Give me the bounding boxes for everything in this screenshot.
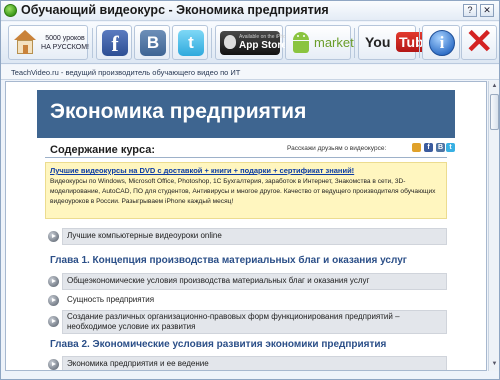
twitter-button[interactable]: t <box>172 25 208 60</box>
vkontakte-button[interactable]: B <box>134 25 170 60</box>
android-market-button[interactable]: market <box>285 25 354 60</box>
play-triangle <box>52 362 56 366</box>
home-button[interactable]: 5000 уроков НА РУССКОМ! <box>8 25 89 60</box>
lesson-title: Общеэкономические условия производства м… <box>67 276 370 285</box>
home-icon-door <box>23 45 28 54</box>
close-window-button[interactable]: ✕ <box>480 4 494 17</box>
android-icon-body <box>293 41 309 53</box>
android-icon-eye <box>297 35 299 37</box>
play-icon <box>48 359 59 370</box>
lesson-title: Лучшие компьютерные видеоуроки online <box>67 231 222 240</box>
apple-icon <box>224 35 236 49</box>
youtube-button[interactable]: You Tube <box>358 25 435 60</box>
play-icon <box>48 295 59 306</box>
facebook-share-icon[interactable]: f <box>424 143 433 152</box>
lesson-item[interactable]: Сущность предприятия <box>45 292 447 309</box>
lesson-item[interactable]: Лучшие компьютерные видеоуроки online <box>45 228 447 245</box>
play-icon <box>48 276 59 287</box>
appstore-badge: Available on the iPhone App Store <box>220 31 291 55</box>
market-label: market <box>314 35 354 50</box>
play-triangle <box>52 234 56 238</box>
promo-box: Лучшие видеокурсы на DVD с доставкой + к… <box>45 162 447 219</box>
play-icon <box>48 231 59 242</box>
lesson-item[interactable]: Общеэкономические условия производства м… <box>45 273 447 290</box>
facebook-button[interactable]: f <box>96 25 132 60</box>
status-line: TeachVideo.ru - ведущий производитель об… <box>1 65 499 80</box>
play-triangle <box>52 279 56 283</box>
youtube-label-you: You <box>365 34 391 50</box>
scroll-down-icon[interactable]: ▼ <box>490 360 499 369</box>
chapter-2-title: Глава 2. Экономические условия развития … <box>50 339 387 350</box>
toc-heading: Содержание курса: <box>50 144 156 156</box>
vkontakte-share-icon[interactable]: B <box>436 143 445 152</box>
vkontakte-icon: B <box>140 30 166 56</box>
appstore-label: App Store <box>239 40 287 51</box>
help-window-button[interactable]: ? <box>463 4 477 17</box>
home-button-label: 5000 уроков НА РУССКОМ! <box>41 35 89 51</box>
lesson-item[interactable]: Экономика предприятия и ее ведение <box>45 356 447 370</box>
lesson-item[interactable]: Создание различных организационно-правов… <box>45 310 447 334</box>
promo-text: Видеокурсы по Windows, Microsoft Office,… <box>50 178 436 205</box>
lesson-title: Экономика предприятия и ее ведение <box>67 359 209 368</box>
twitter-icon: t <box>178 30 204 56</box>
toolbar-separator <box>354 28 355 58</box>
toolbar: 5000 уроков НА РУССКОМ! f B t Available … <box>1 22 499 64</box>
info-button[interactable]: i <box>422 25 460 60</box>
scroll-up-icon[interactable]: ▲ <box>490 82 499 91</box>
android-icon-head <box>293 32 309 40</box>
share-label: Расскажи друзьям о видеокурсе: <box>287 145 387 152</box>
appstore-button[interactable]: Available on the iPhone App Store <box>215 25 291 60</box>
title-bar: Обучающий видеокурс - Экономика предприя… <box>1 1 499 21</box>
course-page: Экономика предприятия Содержание курса: … <box>37 82 455 370</box>
info-icon: i <box>429 30 455 56</box>
play-triangle <box>52 319 56 323</box>
twitter-share-icon[interactable]: t <box>446 143 455 152</box>
android-icon <box>291 32 311 54</box>
content-viewport[interactable]: Экономика предприятия Содержание курса: … <box>5 81 487 371</box>
window-title: Обучающий видеокурс - Экономика предприя… <box>21 3 329 17</box>
chapter-1-title: Глава 1. Концепция производства материал… <box>50 255 407 266</box>
close-icon: ✕ <box>465 23 494 61</box>
lesson-title: Сущность предприятия <box>67 295 155 304</box>
hero-banner: Экономика предприятия <box>37 90 455 138</box>
facebook-icon: f <box>102 30 128 56</box>
toolbar-separator <box>419 28 420 58</box>
toolbar-separator <box>211 28 212 58</box>
app-window: Обучающий видеокурс - Экономика предприя… <box>0 0 500 380</box>
lesson-title: Создание различных организационно-правов… <box>67 312 400 331</box>
promo-link[interactable]: Лучшие видеокурсы на DVD с доставкой + к… <box>50 166 354 175</box>
play-icon <box>48 316 59 327</box>
app-logo-icon <box>4 4 17 17</box>
play-triangle <box>52 298 56 302</box>
page-title: Экономика предприятия <box>50 100 307 123</box>
scroll-thumb[interactable] <box>490 94 499 130</box>
friends-share-icon[interactable] <box>412 143 421 152</box>
home-icon <box>14 30 36 40</box>
vertical-scrollbar[interactable]: ▲ ▼ <box>488 81 499 371</box>
toolbar-separator <box>92 28 93 58</box>
android-icon-eye <box>303 35 305 37</box>
divider <box>45 157 447 158</box>
exit-button[interactable]: ✕ <box>461 25 497 60</box>
